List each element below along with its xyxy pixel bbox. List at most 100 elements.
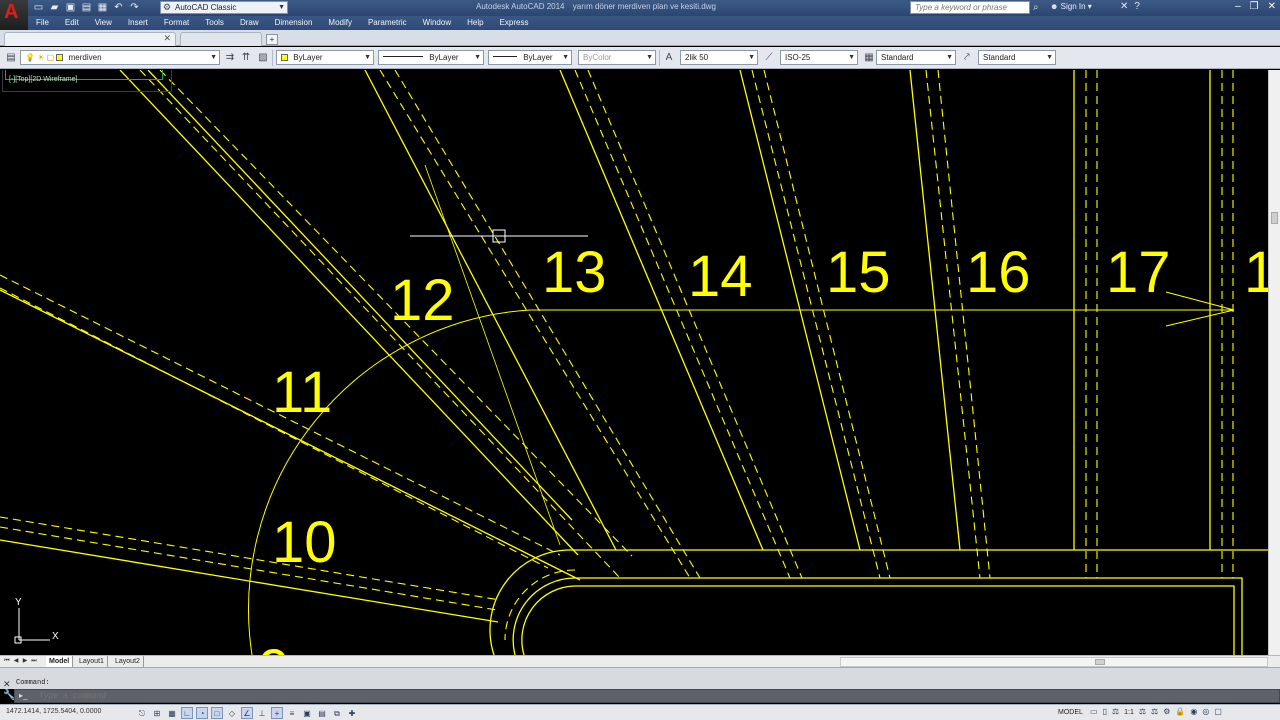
- restore-icon[interactable]: ❐: [1250, 1, 1259, 12]
- annotation-visibility-icon[interactable]: ⚖: [1139, 707, 1146, 719]
- command-input[interactable]: [39, 690, 639, 702]
- color-dropdown[interactable]: ByLayer ▼: [276, 50, 374, 65]
- auto-scale-icon[interactable]: ⚖: [1151, 707, 1158, 719]
- vertical-scrollbar[interactable]: [1268, 70, 1280, 655]
- menu-dimension[interactable]: Dimension: [267, 16, 321, 30]
- menu-draw[interactable]: Draw: [232, 16, 267, 30]
- plotstyle-dropdown[interactable]: ByColor ▼: [578, 50, 656, 65]
- redo-icon[interactable]: ↷: [128, 1, 141, 14]
- first-layout-icon[interactable]: ⏮: [3, 657, 11, 666]
- close-tab-icon[interactable]: ✕: [163, 33, 171, 44]
- menu-modify[interactable]: Modify: [320, 16, 360, 30]
- new-file-icon[interactable]: ▭: [32, 1, 45, 14]
- binoculars-icon[interactable]: ⌕: [1033, 1, 1047, 14]
- plot-icon[interactable]: ▦: [96, 1, 109, 14]
- annotation-scale-icon[interactable]: ⚖: [1112, 707, 1119, 719]
- table-style-icon[interactable]: ▦: [862, 51, 876, 65]
- grid-display-icon[interactable]: ▦: [166, 707, 178, 719]
- layer-dropdown[interactable]: 💡 ☀ ▢ merdiven ▼: [20, 50, 220, 65]
- minimize-icon[interactable]: –: [1235, 1, 1241, 12]
- file-tab[interactable]: [180, 32, 262, 46]
- selection-cycling-icon[interactable]: ⧉: [331, 707, 343, 719]
- polar-tracking-icon[interactable]: ◔: [196, 707, 208, 719]
- infer-constraints-icon[interactable]: ⎋: [136, 707, 148, 719]
- snap-mode-icon[interactable]: ⊞: [151, 707, 163, 719]
- prev-layout-icon[interactable]: ◀: [12, 657, 20, 666]
- annotation-monitor-icon[interactable]: ✚: [346, 707, 358, 719]
- exchange-icon[interactable]: ✕: [1120, 1, 1128, 12]
- linetype-dropdown[interactable]: ByLayer ▼: [378, 50, 484, 65]
- menu-edit[interactable]: Edit: [57, 16, 87, 30]
- dynamic-input-icon[interactable]: +: [271, 707, 283, 719]
- layer-states-icon[interactable]: ▧: [256, 51, 270, 65]
- menu-file[interactable]: File: [28, 16, 57, 30]
- close-icon[interactable]: ✕: [1268, 1, 1276, 12]
- multileader-style-icon[interactable]: ⤤: [960, 51, 974, 65]
- dimension-style-dropdown[interactable]: ISO-25 ▼: [780, 50, 858, 65]
- open-file-icon[interactable]: ▰: [48, 1, 61, 14]
- viewport-controls[interactable]: [-][Top][2D Wireframe]: [2, 70, 172, 92]
- menu-format[interactable]: Format: [156, 16, 197, 30]
- menu-express[interactable]: Express: [492, 16, 537, 30]
- quick-properties-icon[interactable]: ▤: [316, 707, 328, 719]
- horizontal-scrollbar[interactable]: [840, 657, 1268, 667]
- sign-in-label: Sign In: [1060, 2, 1086, 11]
- file-tab-active[interactable]: ✕: [4, 32, 176, 46]
- workspace-switching-icon[interactable]: ⚙: [1163, 707, 1170, 719]
- menu-parametric[interactable]: Parametric: [360, 16, 415, 30]
- close-icon[interactable]: ✕: [3, 679, 11, 690]
- menu-tools[interactable]: Tools: [197, 16, 232, 30]
- table-style-dropdown[interactable]: Standard ▼: [876, 50, 956, 65]
- status-tray: ▭ ▯ ⚖ 1:1 ⚖ ⚖ ⚙ 🔒 ◉ ◎ ▢: [1090, 707, 1222, 719]
- annotation-scale[interactable]: 1:1: [1124, 707, 1134, 719]
- tab-layout1[interactable]: Layout1: [76, 656, 108, 667]
- menu-insert[interactable]: Insert: [120, 16, 156, 30]
- scroll-thumb[interactable]: [1095, 659, 1105, 665]
- application-menu-button[interactable]: A: [0, 0, 28, 30]
- scroll-thumb[interactable]: [1271, 212, 1278, 224]
- object-snap-icon[interactable]: □: [211, 707, 223, 719]
- layer-properties-icon[interactable]: ▤: [4, 51, 18, 65]
- drawing-canvas[interactable]: 9 10 11 12 13 14 15 16 17 1 Y X [-][Top]…: [0, 70, 1268, 655]
- make-current-layer-icon[interactable]: ⇉: [223, 51, 237, 65]
- new-tab-icon[interactable]: +: [266, 34, 278, 45]
- sign-in-button[interactable]: ☻ Sign In ▾: [1050, 2, 1092, 11]
- lineweight-dropdown[interactable]: ByLayer ▼: [488, 50, 572, 65]
- 3d-object-snap-icon[interactable]: ◇: [226, 707, 238, 719]
- clean-screen-icon[interactable]: ▢: [1214, 707, 1222, 719]
- viewport-label[interactable]: [-][Top][2D Wireframe]: [9, 76, 77, 83]
- last-layout-icon[interactable]: ⏭: [30, 657, 38, 666]
- multileader-style-dropdown[interactable]: Standard ▼: [978, 50, 1056, 65]
- lock-icon[interactable]: 🔒: [1175, 707, 1185, 719]
- isolate-objects-icon[interactable]: ◎: [1202, 707, 1209, 719]
- coordinates-readout[interactable]: 1472.1414, 1725.5404, 0.0000: [6, 708, 101, 715]
- command-prompt-icon[interactable]: ▸_: [19, 691, 27, 700]
- hardware-acceleration-icon[interactable]: ◉: [1190, 707, 1197, 719]
- tab-model[interactable]: Model: [46, 656, 74, 667]
- object-snap-tracking-icon[interactable]: ∠: [241, 707, 253, 719]
- undo-icon[interactable]: ↶: [112, 1, 125, 14]
- transparency-icon[interactable]: ▣: [301, 707, 313, 719]
- dimension-style-icon[interactable]: ⟋: [762, 51, 776, 65]
- menu-help[interactable]: Help: [459, 16, 491, 30]
- save-as-icon[interactable]: ▤: [80, 1, 93, 14]
- layer-previous-icon[interactable]: ⇈: [239, 51, 253, 65]
- quick-view-drawings-icon[interactable]: ▯: [1103, 707, 1107, 719]
- help-icon[interactable]: ?: [1134, 1, 1140, 12]
- quick-view-layouts-icon[interactable]: ▭: [1090, 707, 1098, 719]
- next-layout-icon[interactable]: ▶: [21, 657, 29, 666]
- workspace-selector[interactable]: ⚙ AutoCAD Classic ▼: [160, 1, 288, 14]
- ortho-mode-icon[interactable]: ∟: [181, 707, 193, 719]
- lineweight-icon[interactable]: ≡: [286, 707, 298, 719]
- arrow-head: [1165, 291, 1235, 311]
- tab-layout2[interactable]: Layout2: [112, 656, 144, 667]
- search-input[interactable]: Type a keyword or phrase: [910, 1, 1030, 14]
- text-style-dropdown[interactable]: 2lik 50 ▼: [680, 50, 758, 65]
- gear-icon: ⚙: [163, 2, 172, 12]
- model-space-toggle[interactable]: MODEL: [1058, 709, 1083, 716]
- text-style-icon[interactable]: A: [662, 51, 676, 65]
- menu-view[interactable]: View: [87, 16, 120, 30]
- allow-ucs-icon[interactable]: ⊥: [256, 707, 268, 719]
- save-icon[interactable]: ▣: [64, 1, 77, 14]
- menu-window[interactable]: Window: [415, 16, 459, 30]
